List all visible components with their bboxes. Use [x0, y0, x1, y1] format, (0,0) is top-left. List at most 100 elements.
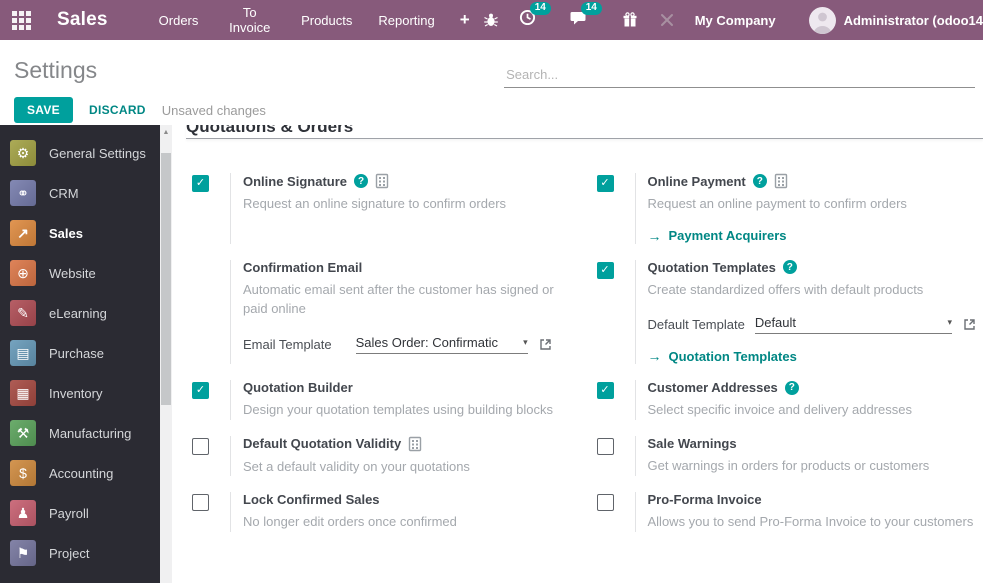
wrench-icon: ⚒ [10, 420, 36, 446]
online-payment-checkbox[interactable] [596, 175, 614, 192]
sidebar-item-sales[interactable]: ↗ Sales [0, 213, 160, 253]
sidebar-item-accounting[interactable]: $ Accounting [0, 453, 160, 493]
avatar [808, 6, 836, 34]
setting-desc: Set a default validity on your quotation… [243, 458, 470, 474]
sidebar-item-purchase[interactable]: ▤ Purchase [0, 333, 160, 373]
sidebar-item-label: eLearning [49, 305, 107, 321]
boxes-icon: ▦ [10, 380, 36, 406]
messages-systray[interactable]: 14 [570, 2, 602, 31]
menu-to-invoice[interactable]: To Invoice [211, 0, 288, 40]
sidebar-item-project[interactable]: ⚑ Project [0, 533, 160, 573]
default-template-select[interactable]: Default ▾ [754, 315, 952, 334]
menu-reporting[interactable]: Reporting [365, 8, 447, 33]
settings-grid: Online Signature ? Request an online sig… [186, 173, 983, 532]
app-title[interactable]: Sales [57, 9, 108, 31]
plus-menu-icon[interactable]: + [448, 8, 482, 32]
help-icon[interactable]: ? [752, 174, 767, 188]
payment-acquirers-link[interactable]: → Payment Acquirers [648, 228, 978, 244]
help-icon[interactable]: ? [354, 174, 369, 188]
external-link-icon[interactable] [538, 337, 553, 352]
external-link-icon[interactable] [962, 317, 977, 332]
online-signature-checkbox[interactable] [192, 175, 209, 192]
setting-title: Quotation Builder [243, 380, 353, 395]
lock-confirmed-sales-checkbox[interactable] [192, 494, 209, 511]
globe-icon: ⊕ [10, 260, 36, 286]
ledger-icon: $ [10, 460, 36, 486]
chevron-down-icon: ▾ [947, 317, 952, 327]
setting-pro-forma-invoice: Pro-Forma Invoice Allows you to send Pro… [591, 492, 978, 532]
sidebar-scrollbar[interactable]: ▲ [160, 125, 172, 583]
settings-sidebar: ⚙ General Settings ⚭ CRM ↗ Sales ⊕ Websi… [0, 125, 160, 583]
sidebar-item-label: Website [49, 265, 96, 281]
quotation-templates-link[interactable]: → Quotation Templates [648, 348, 978, 364]
top-navbar: Sales Orders To Invoice Products Reporti… [0, 0, 983, 40]
odoo-settings-window: Sales Orders To Invoice Products Reporti… [0, 0, 983, 583]
control-panel: Settings [0, 40, 983, 95]
setting-online-signature: Online Signature ? Request an online sig… [186, 173, 573, 244]
setting-title: Online Payment [647, 173, 746, 189]
sidebar-item-label: Purchase [49, 345, 104, 361]
setting-desc: Request an online signature to confirm o… [243, 196, 507, 211]
menu-products[interactable]: Products [288, 8, 365, 33]
activities-badge: 14 [529, 1, 551, 15]
setting-title: Default Quotation Validity [243, 436, 402, 451]
gear-icon: ⚙ [10, 140, 36, 166]
gift-icon[interactable] [621, 11, 639, 29]
default-template-label: Default Template [647, 317, 745, 332]
chevron-down-icon: ▾ [523, 336, 528, 347]
customer-addresses-checkbox[interactable] [596, 382, 614, 399]
handshake-icon: ⚭ [10, 180, 36, 206]
email-template-select[interactable]: Sales Order: Confirmatic ▾ [355, 335, 528, 354]
discard-button[interactable]: DISCARD [89, 103, 146, 117]
default-quotation-validity-checkbox[interactable] [192, 437, 209, 455]
sidebar-item-label: Payroll [49, 505, 89, 521]
setting-desc: Select specific invoice and delivery add… [647, 402, 912, 417]
status-bar: SAVE DISCARD Unsaved changes [0, 95, 983, 125]
sidebar-item-manufacturing[interactable]: ⚒ Manufacturing [0, 413, 160, 453]
user-menu[interactable]: Administrator (odoo14 [808, 6, 983, 34]
sidebar-item-payroll[interactable]: ♟ Payroll [0, 493, 160, 533]
setting-desc: No longer edit orders once confirmed [243, 514, 457, 529]
setting-desc: Automatic email sent after the customer … [243, 281, 554, 317]
apps-menu-icon[interactable] [12, 10, 31, 30]
tools-icon[interactable] [658, 11, 676, 29]
sidebar-item-label: CRM [49, 185, 79, 201]
email-template-label: Email Template [243, 336, 332, 352]
sidebar-item-elearning[interactable]: ✎ eLearning [0, 293, 160, 333]
setting-title: Quotation Templates [647, 259, 776, 275]
settings-content: Quotations & Orders Online Signature ? R… [172, 125, 983, 583]
scrollbar-thumb[interactable] [161, 153, 171, 405]
help-icon[interactable]: ? [784, 380, 799, 395]
save-button[interactable]: SAVE [14, 97, 73, 123]
quotation-templates-checkbox[interactable] [596, 261, 614, 279]
sidebar-item-inventory[interactable]: ▦ Inventory [0, 373, 160, 413]
search-input[interactable] [504, 63, 975, 88]
quotation-builder-checkbox[interactable] [192, 382, 209, 399]
company-switcher[interactable]: My Company [695, 13, 776, 28]
scroll-up-arrow-icon[interactable]: ▲ [160, 125, 172, 139]
setting-default-quotation-validity: Default Quotation Validity Set a default… [186, 435, 573, 476]
sidebar-item-label: Project [49, 545, 90, 561]
setting-title: Sale Warnings [647, 435, 737, 451]
bug-icon[interactable] [482, 11, 500, 29]
setting-confirmation-email: Confirmation Email Automatic email sent … [186, 259, 573, 364]
sidebar-item-website[interactable]: ⊕ Website [0, 253, 160, 293]
setting-lock-confirmed-sales: Lock Confirmed Sales No longer edit orde… [186, 492, 573, 532]
pro-forma-invoice-checkbox[interactable] [596, 494, 614, 511]
sidebar-item-crm[interactable]: ⚭ CRM [0, 173, 160, 213]
sidebar-item-general-settings[interactable]: ⚙ General Settings [0, 133, 160, 173]
arrow-right-icon: → [647, 348, 662, 364]
setting-online-payment: Online Payment ? Request an online payme… [591, 173, 978, 244]
sidebar-item-label: Inventory [49, 385, 103, 401]
sales-chart-icon: ↗ [10, 220, 36, 246]
setting-title: Customer Addresses [647, 380, 778, 395]
setting-title: Online Signature [243, 173, 348, 189]
sale-warnings-checkbox[interactable] [596, 437, 614, 455]
setting-quotation-builder: Quotation Builder Design your quotation … [186, 380, 573, 420]
arrow-right-icon: → [647, 227, 662, 244]
setting-title: Pro-Forma Invoice [647, 492, 762, 507]
setting-sale-warnings: Sale Warnings Get warnings in orders for… [591, 435, 978, 476]
help-icon[interactable]: ? [782, 260, 797, 274]
activities-systray[interactable]: 14 [519, 1, 551, 32]
menu-orders[interactable]: Orders [146, 8, 212, 33]
